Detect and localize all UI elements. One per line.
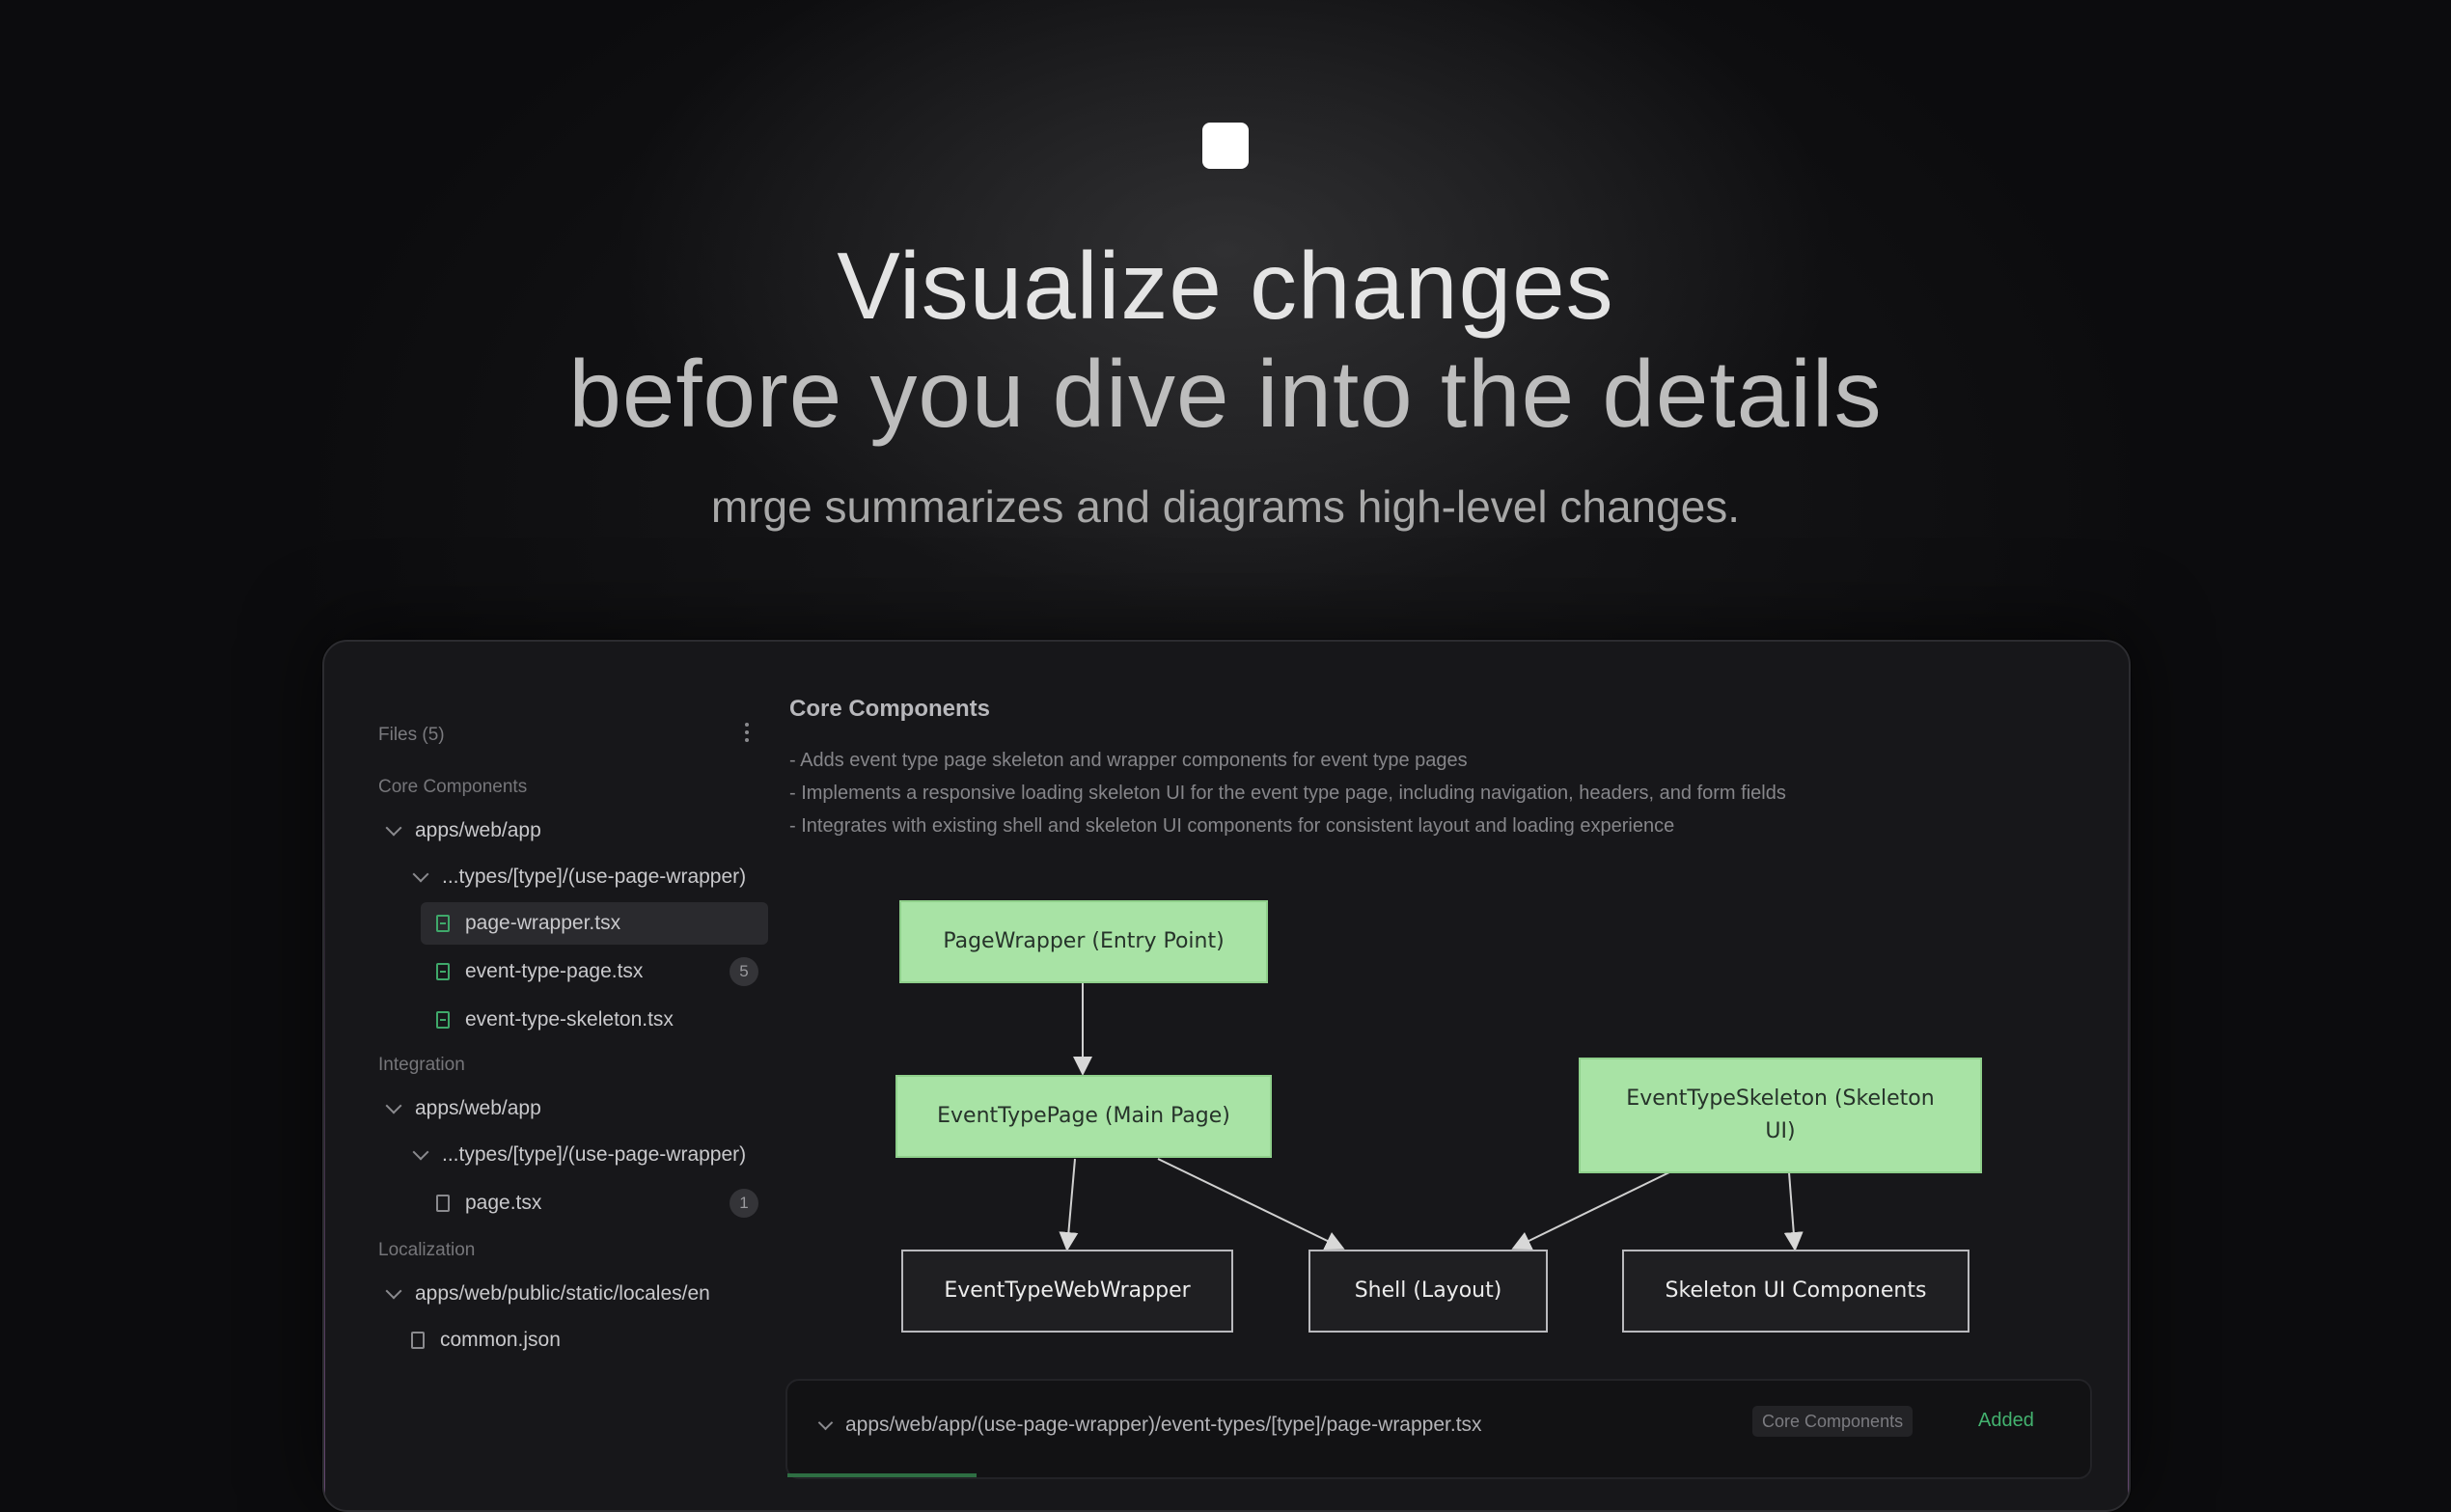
node-page-wrapper: PageWrapper (Entry Point) <box>899 900 1268 983</box>
hero-title-line2: before you dive into the details <box>568 341 1883 447</box>
edge-eventtypepage-to-shell <box>1157 1158 1345 1251</box>
hero-title-line1: Visualize changes <box>837 233 1614 339</box>
chevron-down-icon[interactable] <box>817 1415 834 1431</box>
edge-eventtypepage-to-webwrapper <box>1059 1158 1079 1251</box>
group-tag: Core Components <box>1752 1406 1914 1437</box>
edge-skeleton-to-shell <box>1511 1171 1670 1250</box>
review-progress-bar <box>787 1473 977 1477</box>
file-diff-header[interactable]: apps/web/app/(use-page-wrapper)/event-ty… <box>785 1379 2092 1479</box>
node-skeleton-ui-components: Skeleton UI Components <box>1622 1250 1969 1333</box>
node-event-type-web-wrapper: EventTypeWebWrapper <box>901 1250 1233 1333</box>
status-badge: Added <box>1978 1410 2034 1431</box>
node-shell-layout: Shell (Layout) <box>1308 1250 1548 1333</box>
app-preview-panel: Files (5) Core Components apps/web/app .… <box>322 640 2131 1512</box>
edge-skeleton-to-skeletonui <box>1783 1171 1804 1251</box>
node-event-type-page: EventTypePage (Main Page) <box>895 1075 1272 1158</box>
file-path: apps/web/app/(use-page-wrapper)/event-ty… <box>845 1414 1482 1436</box>
node-event-type-skeleton: EventTypeSkeleton (Skeleton UI) <box>1579 1058 1982 1173</box>
hero-subtitle: mrge summarizes and diagrams high-level … <box>710 481 1741 532</box>
mrge-logo <box>1202 123 1249 169</box>
